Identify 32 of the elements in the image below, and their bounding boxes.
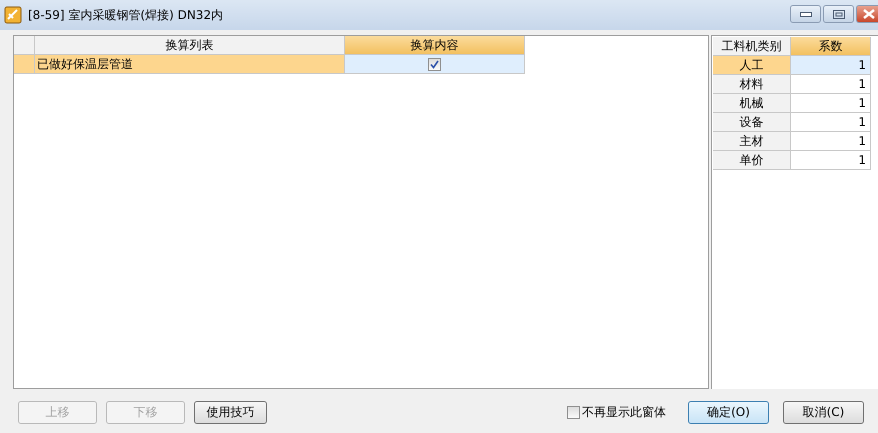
table-cell[interactable]: 1 bbox=[791, 151, 871, 170]
table-cell[interactable]: 机械 bbox=[713, 94, 791, 113]
close-icon bbox=[863, 9, 875, 19]
table-cell[interactable]: 设备 bbox=[713, 113, 791, 132]
column-header: 换算内容 bbox=[345, 36, 525, 55]
column-header: 工料机类别 bbox=[713, 37, 791, 56]
table-cell[interactable]: 人工 bbox=[713, 56, 791, 75]
table-cell[interactable]: 1 bbox=[791, 56, 871, 75]
minimize-button[interactable] bbox=[790, 5, 821, 23]
checkbox[interactable] bbox=[567, 406, 580, 419]
checkbox-label: 不再显示此窗体 bbox=[582, 404, 666, 421]
dialog-button[interactable]: 取消(C) bbox=[783, 401, 864, 424]
minimize-icon bbox=[800, 12, 812, 16]
table-cell[interactable]: 1 bbox=[791, 75, 871, 94]
app-icon bbox=[4, 6, 22, 24]
table-cell: 已做好保温层管道 bbox=[35, 55, 345, 74]
table-cell[interactable]: 1 bbox=[791, 113, 871, 132]
maximize-icon bbox=[832, 10, 844, 18]
dialog-button[interactable]: 确定(O) bbox=[688, 401, 769, 424]
table-cell[interactable]: 1 bbox=[791, 94, 871, 113]
table-cell[interactable]: 材料 bbox=[713, 75, 791, 94]
table-cell[interactable]: 主材 bbox=[713, 132, 791, 151]
column-header: 系数 bbox=[791, 37, 871, 56]
table-cell[interactable]: 单价 bbox=[713, 151, 791, 170]
table-cell[interactable]: 1 bbox=[791, 132, 871, 151]
checkbox[interactable] bbox=[428, 58, 441, 70]
column-header: 换算列表 bbox=[35, 36, 345, 55]
corner-header bbox=[14, 36, 35, 55]
maximize-button[interactable] bbox=[823, 5, 854, 23]
window-title: [8-59] 室内采暖钢管(焊接) DN32内 bbox=[28, 6, 224, 24]
action-button[interactable]: 使用技巧 bbox=[194, 401, 267, 424]
close-button[interactable] bbox=[856, 5, 878, 23]
